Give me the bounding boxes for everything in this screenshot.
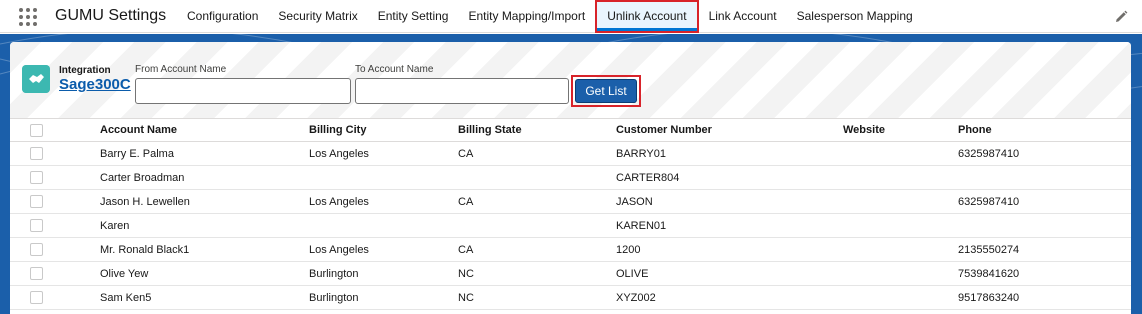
table-row: Karen KAREN01 xyxy=(10,214,1131,238)
integration-link[interactable]: Sage300C xyxy=(59,76,131,93)
row-checkbox[interactable] xyxy=(30,291,43,304)
cell-phone: 2135550274 xyxy=(958,244,1020,256)
cell-billing-city: Burlington xyxy=(309,292,359,304)
tab-entity-setting[interactable]: Entity Setting xyxy=(368,0,459,33)
cell-billing-city: Los Angeles xyxy=(309,148,369,160)
get-list-highlight: Get List xyxy=(571,75,641,107)
pencil-icon[interactable] xyxy=(1113,9,1129,25)
row-checkbox[interactable] xyxy=(30,171,43,184)
cell-billing-city: Los Angeles xyxy=(309,244,369,256)
cell-billing-state: CA xyxy=(458,196,474,208)
cell-account-name: Sam Ken5 xyxy=(100,292,152,304)
cell-account-name: Olive Yew xyxy=(100,268,149,280)
cell-customer-number: OLIVE xyxy=(616,268,649,280)
from-account-input[interactable] xyxy=(135,78,351,104)
cell-billing-state: CA xyxy=(458,244,474,256)
cell-customer-number: BARRY01 xyxy=(616,148,666,160)
cell-account-name: Jason H. Lewellen xyxy=(100,196,190,208)
tab-configuration[interactable]: Configuration xyxy=(177,0,268,33)
cell-customer-number: CARTER804 xyxy=(616,172,680,184)
app-launcher-grid-icon[interactable] xyxy=(19,8,37,26)
cell-phone: 9517863240 xyxy=(958,292,1020,304)
column-header-account-name[interactable]: Account Name xyxy=(100,119,177,143)
cell-phone: 7539841620 xyxy=(958,268,1020,280)
column-header-billing-state[interactable]: Billing State xyxy=(458,119,522,143)
cell-billing-city: Los Angeles xyxy=(309,196,369,208)
cell-billing-state: NC xyxy=(458,292,474,304)
cell-phone: 6325987410 xyxy=(958,148,1020,160)
table-row: Olive Yew Burlington NC OLIVE 7539841620 xyxy=(10,262,1131,286)
cell-customer-number: JASON xyxy=(616,196,653,208)
to-account-input[interactable] xyxy=(355,78,569,104)
integration-label: Integration xyxy=(59,65,111,76)
handshake-icon xyxy=(22,65,50,93)
tab-salesperson-mapping[interactable]: Salesperson Mapping xyxy=(787,0,923,33)
table-row: Barry E. Palma Los Angeles CA BARRY01 63… xyxy=(10,142,1131,166)
cell-phone: 6325987410 xyxy=(958,196,1020,208)
from-account-label: From Account Name xyxy=(135,64,227,75)
cell-billing-city: Burlington xyxy=(309,268,359,280)
table-row: Jason H. Lewellen Los Angeles CA JASON 6… xyxy=(10,190,1131,214)
cell-account-name: Karen xyxy=(100,220,130,232)
tab-security-matrix[interactable]: Security Matrix xyxy=(268,0,367,33)
global-nav: GUMU Settings Configuration Security Mat… xyxy=(0,0,1142,33)
row-checkbox[interactable] xyxy=(30,243,43,256)
get-list-button[interactable]: Get List xyxy=(575,79,637,103)
column-header-customer-number[interactable]: Customer Number xyxy=(616,119,712,143)
table-row: Carter Broadman CARTER804 xyxy=(10,166,1131,190)
row-checkbox[interactable] xyxy=(30,195,43,208)
to-account-label: To Account Name xyxy=(355,64,434,75)
nav-tabs: Configuration Security Matrix Entity Set… xyxy=(177,0,923,33)
column-header-billing-city[interactable]: Billing City xyxy=(309,119,366,143)
unlink-account-card: Integration Sage300C From Account Name T… xyxy=(10,42,1131,314)
tab-unlink-account[interactable]: Unlink Account xyxy=(595,0,699,33)
cell-customer-number: 1200 xyxy=(616,244,641,256)
cell-account-name: Mr. Ronald Black1 xyxy=(100,244,190,256)
table-row: Mr. Ronald Black1 Los Angeles CA 1200 21… xyxy=(10,238,1131,262)
column-header-website[interactable]: Website xyxy=(843,119,885,143)
row-checkbox[interactable] xyxy=(30,219,43,232)
select-all-checkbox[interactable] xyxy=(30,124,43,137)
cell-account-name: Carter Broadman xyxy=(100,172,185,184)
row-checkbox[interactable] xyxy=(30,147,43,160)
table-header-row: Account Name Billing City Billing State … xyxy=(10,119,1131,142)
cell-customer-number: XYZ002 xyxy=(616,292,656,304)
tab-entity-mapping-import[interactable]: Entity Mapping/Import xyxy=(458,0,595,33)
app-name: GUMU Settings xyxy=(55,7,167,24)
cell-customer-number: KAREN01 xyxy=(616,220,667,232)
row-checkbox[interactable] xyxy=(30,267,43,280)
cell-billing-state: CA xyxy=(458,148,474,160)
filter-header: Integration Sage300C From Account Name T… xyxy=(10,42,1131,119)
column-header-phone[interactable]: Phone xyxy=(958,119,992,143)
cell-account-name: Barry E. Palma xyxy=(100,148,174,160)
cell-billing-state: NC xyxy=(458,268,474,280)
table-row: Sam Ken5 Burlington NC XYZ002 9517863240 xyxy=(10,286,1131,310)
tab-link-account[interactable]: Link Account xyxy=(699,0,787,33)
